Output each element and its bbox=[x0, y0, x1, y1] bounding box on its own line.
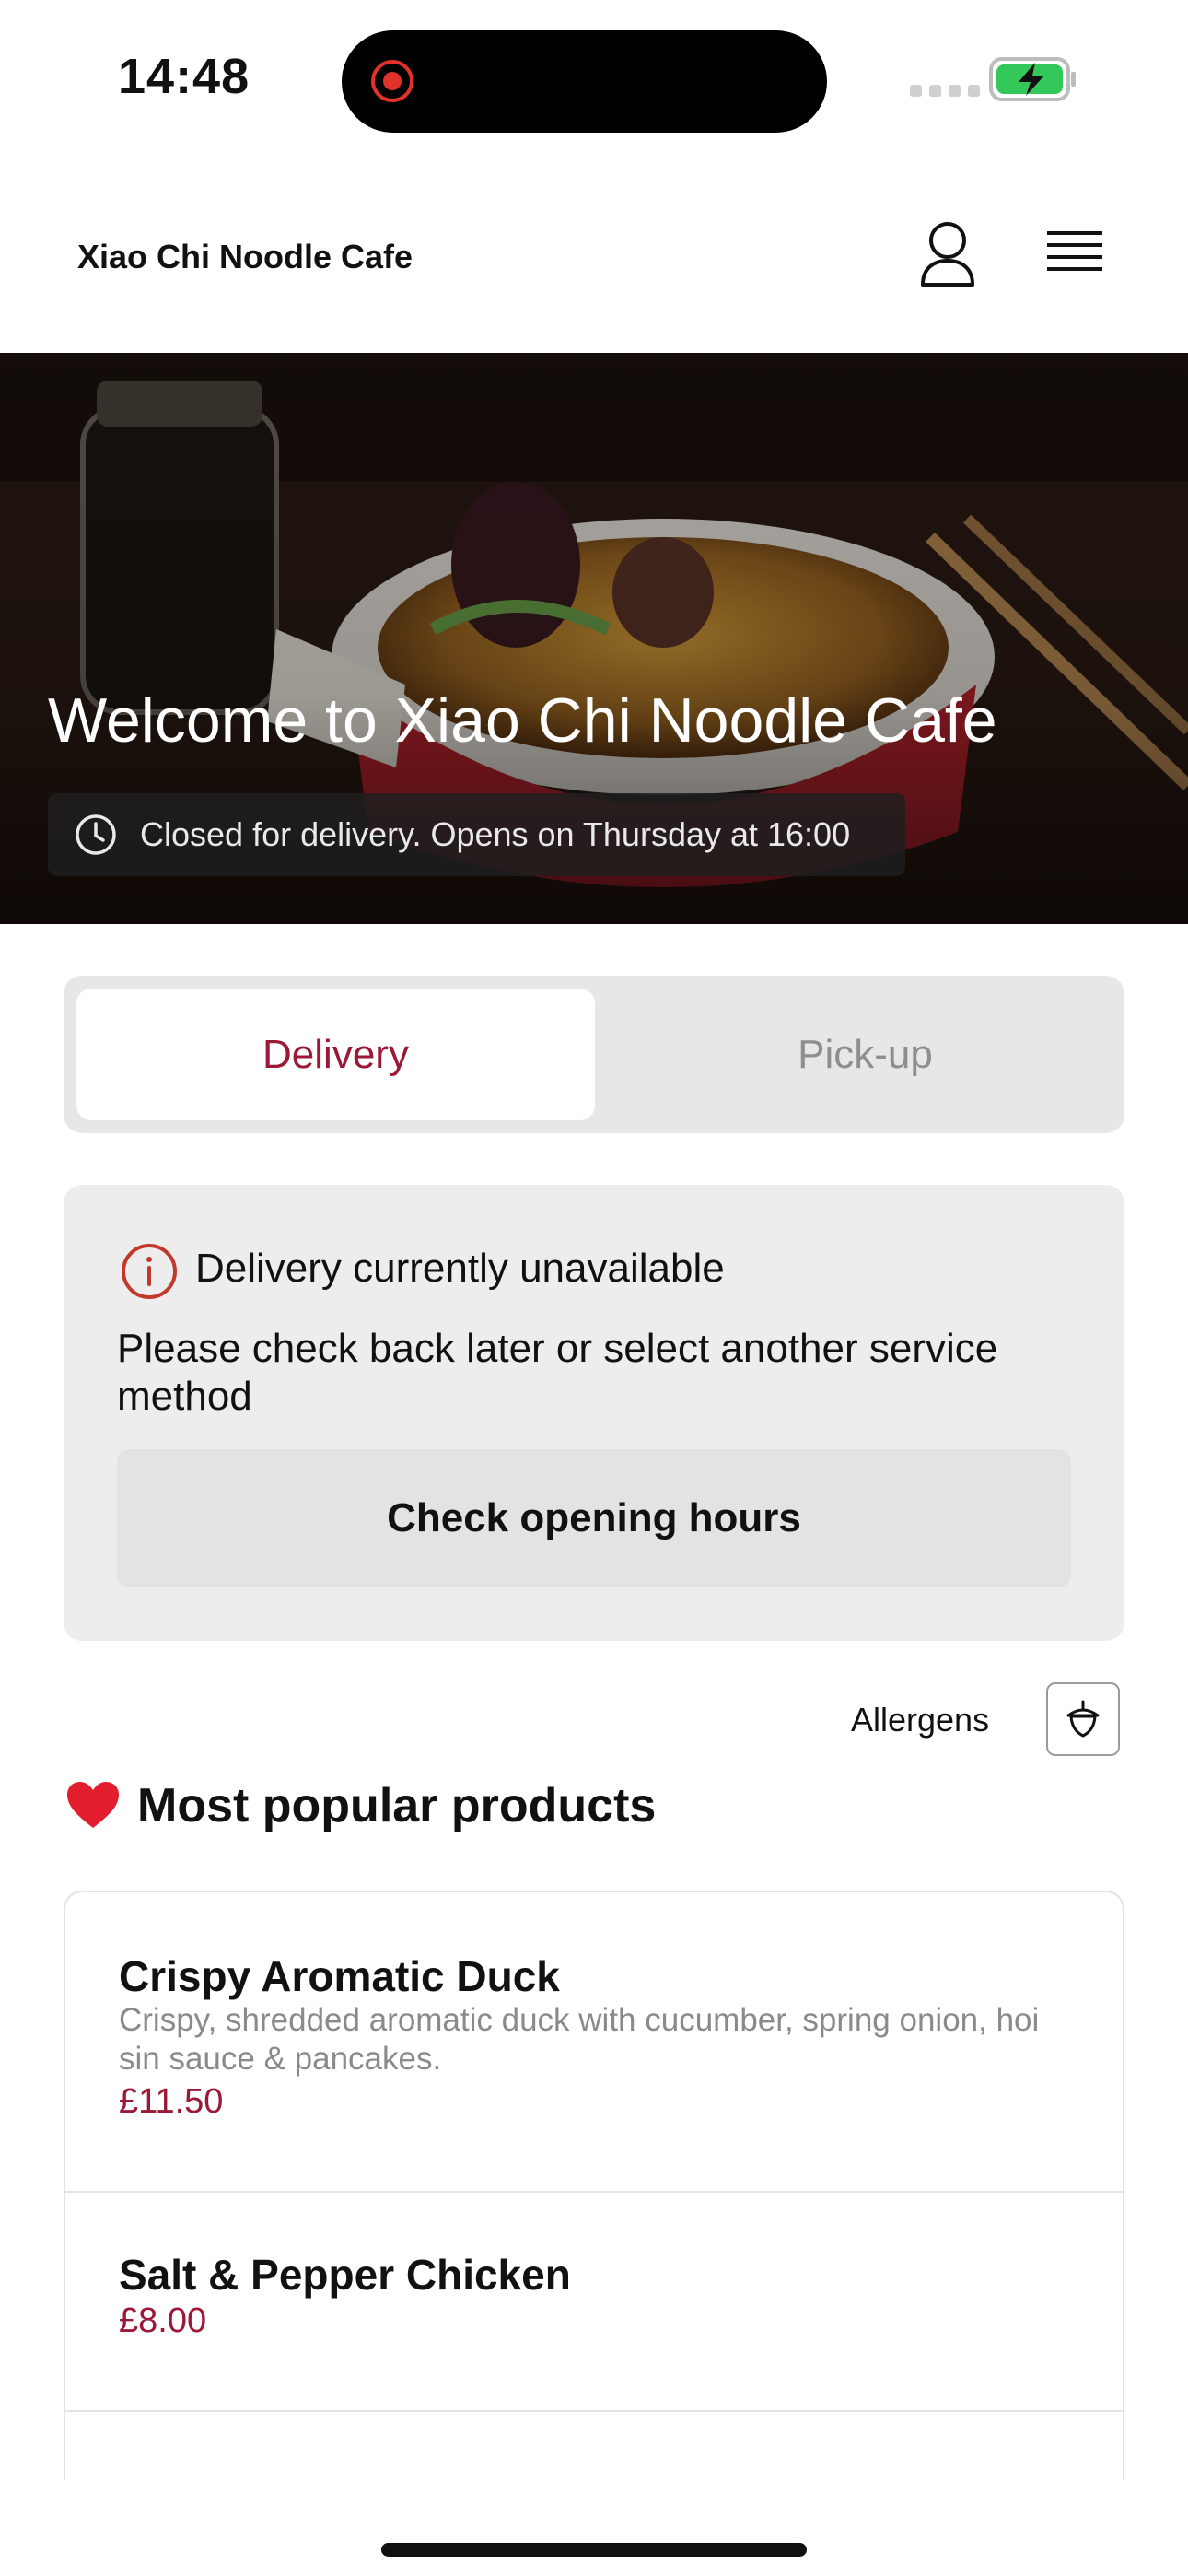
opening-status-banner: Closed for delivery. Opens on Thursday a… bbox=[48, 793, 905, 876]
hamburger-menu-icon[interactable] bbox=[1036, 217, 1112, 292]
product-price: £8.00 bbox=[119, 2301, 207, 2340]
product-description: Crispy, shredded aromatic duck with cucu… bbox=[119, 2002, 1040, 2077]
tab-pickup[interactable]: Pick-up bbox=[606, 989, 1124, 1120]
notice-body: Please check back later or select anothe… bbox=[117, 1326, 998, 1419]
delivery-unavailable-notice: Delivery currently unavailable Please ch… bbox=[64, 1185, 1124, 1641]
product-name: Salt & Pepper Chicken bbox=[119, 2251, 571, 2299]
opening-status-text: Closed for delivery. Opens on Thursday a… bbox=[140, 815, 851, 853]
recording-indicator-icon bbox=[371, 60, 413, 102]
product-name: Crispy Aromatic Duck bbox=[119, 1952, 560, 2000]
service-method-toggle: Delivery Pick-up bbox=[64, 976, 1124, 1133]
section-title-text: Most popular products bbox=[137, 1779, 657, 1832]
battery-charging-icon bbox=[989, 57, 1076, 101]
notice-title: Delivery currently unavailable bbox=[195, 1246, 725, 1291]
product-card[interactable]: Crispy Aromatic Duck Crispy, shredded ar… bbox=[65, 1892, 1123, 2193]
status-time: 14:48 bbox=[118, 49, 250, 104]
dynamic-island bbox=[342, 30, 827, 133]
tab-delivery[interactable]: Delivery bbox=[76, 989, 595, 1120]
allergens-label: Allergens bbox=[851, 1701, 990, 1739]
hero-title: Welcome to Xiao Chi Noodle Cafe bbox=[48, 685, 997, 755]
app-header: Xiao Chi Noodle Cafe bbox=[0, 166, 1188, 355]
product-card[interactable]: Salt & Pepper Chicken £8.00 bbox=[65, 2191, 1123, 2412]
product-price: £11.50 bbox=[119, 2082, 224, 2121]
acorn-icon bbox=[1066, 1700, 1100, 1738]
status-bar: 14:48 bbox=[0, 0, 1188, 166]
section-title: Most popular products bbox=[65, 1778, 656, 1833]
clock-icon bbox=[76, 814, 116, 855]
brand-name[interactable]: Xiao Chi Noodle Cafe bbox=[77, 238, 413, 276]
hero-banner: Welcome to Xiao Chi Noodle Cafe Closed f… bbox=[0, 353, 1188, 924]
info-icon bbox=[122, 1244, 177, 1299]
home-indicator bbox=[381, 2543, 807, 2557]
product-list: Crispy Aromatic Duck Crispy, shredded ar… bbox=[64, 1891, 1124, 2480]
product-card[interactable] bbox=[65, 2410, 1123, 2480]
red-heart-icon bbox=[67, 1782, 119, 1828]
cellular-signal-icon bbox=[910, 85, 980, 97]
allergens-button[interactable] bbox=[1046, 1682, 1120, 1756]
user-icon[interactable] bbox=[910, 217, 985, 292]
check-opening-hours-button[interactable]: Check opening hours bbox=[117, 1449, 1071, 1587]
